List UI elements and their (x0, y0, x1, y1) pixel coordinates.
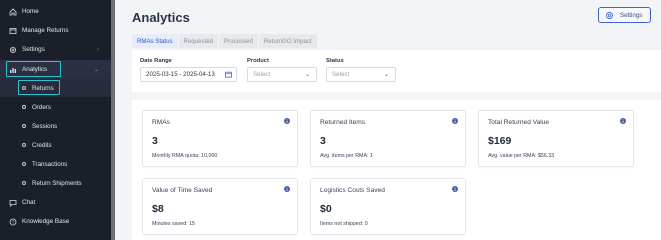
stats-area: RMAs i 3 Monthly RMA quota: 10,000 Retur… (132, 100, 661, 240)
sidebar-subitem-label: Return Shipments (32, 179, 82, 187)
date-range-value: 2025-03-15 - 2025-04-13 (146, 71, 215, 78)
stat-card-subtext: Avg. items per RMA: 1 (320, 153, 373, 159)
stat-card-subtext: Avg. value per RMA: $56.33 (488, 153, 555, 159)
date-range-input[interactable]: 2025-03-15 - 2025-04-13 (140, 67, 237, 82)
stat-card-title: Logistics Costs Saved (320, 187, 385, 194)
stat-card-title: Returned Items (320, 119, 366, 126)
info-icon[interactable]: i (452, 118, 458, 124)
chevron-down-icon: ⌄ (383, 72, 389, 78)
stat-card-title: RMAs (152, 119, 170, 126)
main-content: Analytics Settings RMAs Status Requested… (115, 0, 661, 240)
info-icon[interactable]: i (284, 118, 290, 124)
settings-button-label: Settings (620, 11, 643, 19)
sidebar: Home Manage Returns Settings › Analytics… (0, 0, 111, 240)
stat-card-subtext: Monthly RMA quota: 10,000 (152, 153, 218, 159)
tab-returngo-impact[interactable]: ReturnGO Impact (258, 34, 317, 48)
sidebar-subitem-credits[interactable]: Credits (0, 136, 111, 154)
sidebar-subitem-label: Credits (32, 141, 52, 149)
stat-card-logistics-costs-saved: Logistics Costs Saved i $0 Items not shi… (310, 178, 466, 235)
tab-requested[interactable]: Requested (178, 34, 219, 48)
sidebar-subitem-label: Transactions (32, 160, 68, 168)
bullet-icon (22, 143, 26, 147)
status-select[interactable]: Select ⌄ (326, 67, 396, 82)
sidebar-item-label: Knowledge Base (22, 218, 70, 225)
sidebar-item-manage-returns[interactable]: Manage Returns (0, 21, 111, 40)
svg-text:?: ? (12, 219, 15, 224)
stat-card-value: $0 (320, 203, 332, 215)
sidebar-item-settings[interactable]: Settings › (0, 40, 111, 59)
stat-card-title: Value of Time Saved (152, 187, 213, 194)
stat-card-subtext: Minutes saved: 15 (152, 221, 195, 227)
stat-card-rmas: RMAs i 3 Monthly RMA quota: 10,000 (142, 110, 298, 167)
product-label: Product (247, 58, 269, 64)
stat-card-total-returned-value: Total Returned Value i $169 Avg. value p… (478, 110, 634, 167)
stat-card-title: Total Returned Value (488, 119, 550, 126)
sidebar-item-label: Settings (22, 46, 45, 53)
sidebar-subitem-orders[interactable]: Orders (0, 98, 111, 116)
status-select-placeholder: Select (332, 71, 350, 78)
returns-highlight (18, 80, 60, 95)
sidebar-subitem-return-shipments[interactable]: Return Shipments (0, 174, 111, 192)
sidebar-item-knowledge-base[interactable]: ? Knowledge Base (0, 212, 111, 231)
help-icon: ? (9, 218, 17, 226)
filter-panel: Date Range 2025-03-15 - 2025-04-13 Produ… (132, 50, 661, 92)
tab-bar: RMAs Status Requested Processed ReturnGO… (132, 34, 318, 48)
page-title: Analytics (132, 10, 190, 25)
return-icon (9, 27, 17, 35)
stat-card-subtext: Items not shipped: 0 (320, 221, 368, 227)
sidebar-item-chat[interactable]: Chat (0, 193, 111, 212)
stat-card-value-of-time-saved: Value of Time Saved i $8 Minutes saved: … (142, 178, 298, 235)
sidebar-item-label: Chat (22, 199, 36, 206)
sidebar-subitem-label: Orders (32, 103, 51, 111)
home-icon (9, 7, 17, 16)
bullet-icon (22, 105, 26, 109)
sidebar-item-label: Home (22, 8, 39, 15)
settings-button[interactable]: Settings (598, 7, 651, 23)
stat-card-value: $169 (488, 135, 512, 147)
chevron-down-icon: ⌄ (93, 67, 99, 73)
info-icon[interactable]: i (620, 118, 626, 124)
sidebar-item-label: Manage Returns (22, 27, 69, 34)
analytics-highlight (6, 61, 61, 77)
bullet-icon (22, 181, 26, 185)
calendar-icon (225, 71, 232, 80)
sidebar-subitem-label: Sessions (32, 122, 58, 130)
stat-card-returned-items: Returned Items i 3 Avg. items per RMA: 1 (310, 110, 466, 167)
gear-icon (9, 46, 17, 54)
chevron-right-icon: › (97, 46, 99, 53)
status-label: Status (326, 58, 344, 64)
bullet-icon (22, 162, 26, 166)
product-select[interactable]: Select ⌄ (247, 67, 317, 82)
info-icon[interactable]: i (284, 186, 290, 192)
chevron-down-icon: ⌄ (304, 72, 310, 78)
stat-card-value: 3 (152, 135, 158, 147)
sidebar-subitem-transactions[interactable]: Transactions (0, 155, 111, 173)
tab-rmas-status[interactable]: RMAs Status (132, 34, 178, 48)
tab-processed[interactable]: Processed (219, 34, 258, 48)
info-icon[interactable]: i (452, 186, 458, 192)
bullet-icon (22, 124, 26, 128)
gear-icon (605, 11, 614, 22)
chat-icon (9, 199, 17, 207)
sidebar-subitem-sessions[interactable]: Sessions (0, 117, 111, 135)
stat-card-value: $8 (152, 203, 164, 215)
date-range-label: Date Range (140, 58, 172, 64)
product-select-placeholder: Select (253, 71, 271, 78)
stat-card-value: 3 (320, 135, 326, 147)
sidebar-item-home[interactable]: Home (0, 2, 111, 21)
